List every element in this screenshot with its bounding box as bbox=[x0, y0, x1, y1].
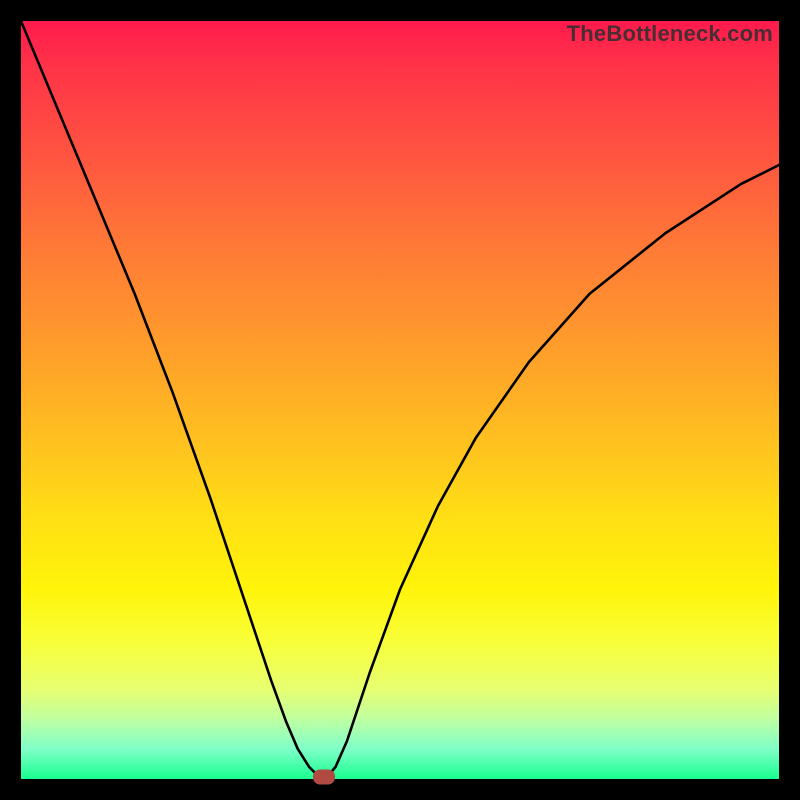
curve-layer bbox=[21, 21, 779, 779]
optimum-marker bbox=[313, 770, 335, 785]
chart-frame: TheBottleneck.com bbox=[0, 0, 800, 800]
plot-area: TheBottleneck.com bbox=[21, 21, 779, 779]
bottleneck-curve bbox=[21, 21, 779, 777]
